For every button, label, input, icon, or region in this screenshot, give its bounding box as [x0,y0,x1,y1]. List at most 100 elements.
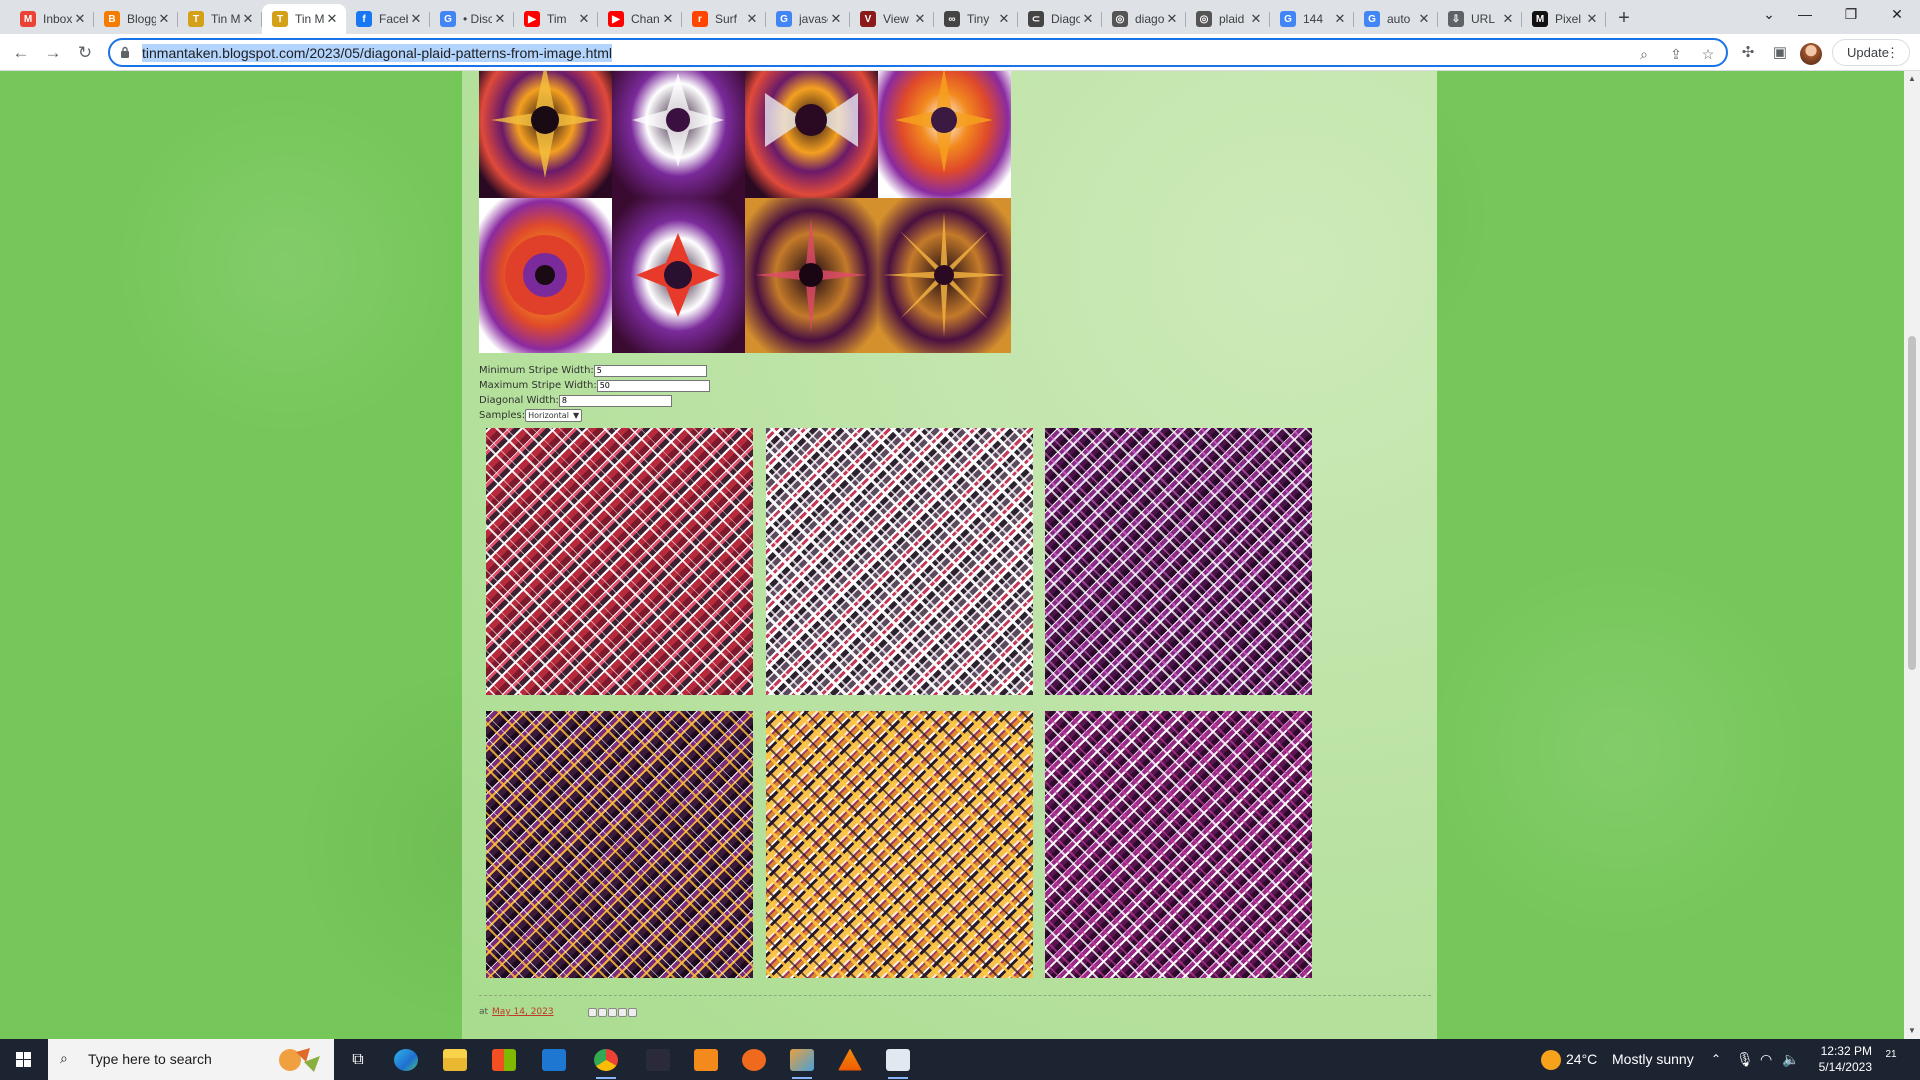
wifi-icon[interactable]: ◠ [1760,1039,1772,1080]
browser-tab[interactable]: G • Discover✕ [430,4,514,34]
tab-close-icon[interactable]: ✕ [828,11,844,27]
vlc-icon[interactable] [826,1039,874,1080]
address-bar[interactable]: tinmantaken.blogspot.com/2023/05/diagona… [108,38,1728,67]
system-clock[interactable]: 12:32 PM 5/14/2023 [1796,1043,1872,1075]
weather-temp[interactable]: 24°C [1566,1039,1597,1080]
scroll-down-icon[interactable]: ▼ [1904,1023,1920,1039]
tab-close-icon[interactable]: ✕ [156,11,172,27]
bookmark-star-icon[interactable]: ☆ [1698,44,1718,64]
tab-close-icon[interactable]: ✕ [240,11,256,27]
tab-close-icon[interactable]: ✕ [324,11,340,27]
extensions-icon[interactable]: ✣ [1737,42,1759,64]
tab-close-icon[interactable]: ✕ [72,11,88,27]
back-icon[interactable]: ← [8,40,34,66]
min-stripe-width-input[interactable] [593,364,707,377]
tab-close-icon[interactable]: ✕ [408,11,424,27]
tab-close-icon[interactable]: ✕ [1164,11,1180,27]
lock-icon[interactable] [120,46,130,58]
microphone-icon[interactable]: 🎙 [1736,1039,1754,1080]
scrollbar-thumb[interactable] [1908,336,1916,670]
browser-tab[interactable]: Gauto ✕ [1354,4,1438,34]
browser-tab[interactable]: ⊂ Diagonal✕ [1018,4,1102,34]
browser-tab[interactable]: ∞ Tiny ✕ [934,4,1018,34]
profile-avatar[interactable] [1800,43,1822,65]
weather-sun-icon[interactable] [1541,1039,1561,1080]
browser-tab[interactable]: G 144 ✕ [1270,4,1354,34]
browser-tab[interactable]: B Blogger✕ [94,4,178,34]
task-view-icon[interactable]: ⧉ [334,1039,382,1080]
blog-this-icon[interactable] [597,1007,607,1017]
tab-close-icon[interactable]: ✕ [1416,11,1432,27]
tab-close-icon[interactable]: ✕ [1080,11,1096,27]
browser-tab[interactable]: ▶ Channel✕ [598,4,682,34]
taskbar-search-box[interactable]: ⌕ Type here to search [48,1039,334,1080]
new-tab-button[interactable]: + [1610,4,1638,34]
notification-center-icon[interactable]: 21 [1880,1049,1902,1069]
scroll-up-icon[interactable]: ▲ [1904,71,1920,87]
file-explorer-icon[interactable] [431,1039,479,1080]
close-window-button[interactable]: ✕ [1874,0,1920,30]
tab-close-icon[interactable]: ✕ [660,11,676,27]
reload-icon[interactable]: ↻ [72,40,98,66]
tab-favicon-icon: ⇩ [1448,11,1464,27]
browser-tab[interactable]: T Tin Man✕ [178,4,262,34]
browser-tab[interactable]: r Surf ✕ [682,4,766,34]
paint-app-icon[interactable] [778,1039,826,1080]
update-button[interactable]: Update ⋮ [1832,39,1910,66]
diagonal-width-input[interactable] [558,394,672,407]
chevron-up-icon[interactable]: ⌃ [1711,1039,1721,1080]
url-text[interactable]: tinmantaken.blogspot.com/2023/05/diagona… [142,44,613,62]
tab-label: Channel [631,12,660,26]
browser-tab[interactable]: V View ✕ [850,4,934,34]
minimize-button[interactable]: — [1782,0,1828,30]
max-stripe-width-input[interactable] [596,379,710,392]
notepad-icon[interactable] [874,1039,922,1080]
facebook-share-icon[interactable] [617,1007,627,1017]
samples-select[interactable]: Horizontal ▼ [525,409,583,422]
browser-tab[interactable]: M Pixel ✕ [1522,4,1606,34]
tab-close-icon[interactable]: ✕ [912,11,928,27]
browser-tab[interactable]: ◎ plaid ✕ [1186,4,1270,34]
sublime-text-icon[interactable] [682,1039,730,1080]
vpn-app-icon[interactable] [730,1039,778,1080]
edge-app-icon[interactable] [382,1039,430,1080]
tab-close-icon[interactable]: ✕ [576,11,592,27]
tab-label: Tiny [967,12,990,26]
chrome-app-icon[interactable] [582,1039,630,1080]
tab-label: javascript [799,12,828,26]
post-date-link[interactable]: May 14, 2023 [492,1007,554,1017]
forward-icon[interactable]: → [40,40,66,66]
share-icon[interactable]: ⇪ [1666,44,1686,64]
samples-row: Samples: Horizontal ▼ [479,408,710,423]
restore-button[interactable]: ❐ [1828,0,1874,30]
twitter-share-icon[interactable] [607,1007,617,1017]
page-scrollbar[interactable]: ▲ ▼ [1904,71,1920,1039]
side-panel-icon[interactable]: ▣ [1769,42,1791,64]
mail-icon[interactable] [530,1039,578,1080]
start-button[interactable] [0,1039,48,1080]
game-app-icon[interactable] [634,1039,682,1080]
tab-close-icon[interactable]: ✕ [996,11,1012,27]
tab-close-icon[interactable]: ✕ [492,11,508,27]
tab-label: Tin Man [211,12,240,26]
plaid-pattern-1 [486,428,753,695]
browser-tab[interactable]: T Tin Man✕ [262,4,346,34]
microsoft-store-icon[interactable] [480,1039,528,1080]
weather-text[interactable]: Mostly sunny [1612,1039,1694,1080]
browser-tab[interactable]: Gjavascript✕ [766,4,850,34]
tab-close-icon[interactable]: ✕ [1248,11,1264,27]
tab-close-icon[interactable]: ✕ [744,11,760,27]
zoom-icon[interactable]: ⌕ [1634,44,1654,64]
browser-tab[interactable]: ⇩ URL ✕ [1438,4,1522,34]
email-share-icon[interactable] [587,1007,597,1017]
tab-close-icon[interactable]: ✕ [1332,11,1348,27]
tab-close-icon[interactable]: ✕ [1584,11,1600,27]
browser-tab[interactable]: ◎ diagonal✕ [1102,4,1186,34]
browser-tab[interactable]: f Facebook✕ [346,4,430,34]
browser-tab[interactable]: M Inbox ✕ [10,4,94,34]
pinterest-share-icon[interactable] [627,1007,637,1017]
browser-tab[interactable]: ▶ Tim ✕ [514,4,598,34]
kaleido-tile [479,198,612,353]
tab-close-icon[interactable]: ✕ [1500,11,1516,27]
windows-logo-icon [16,1052,31,1067]
